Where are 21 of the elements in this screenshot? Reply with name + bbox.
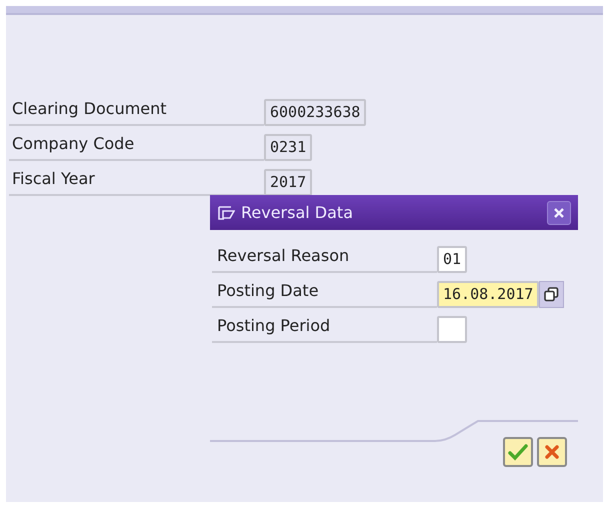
field-label: Posting Date <box>212 279 437 308</box>
field-label: Reversal Reason <box>212 244 437 273</box>
close-icon <box>544 444 560 460</box>
dialog-title: Reversal Data <box>241 202 354 224</box>
confirm-button[interactable] <box>503 437 533 467</box>
input-field[interactable] <box>437 316 467 343</box>
input-field[interactable]: 2017 <box>264 169 312 196</box>
input-field[interactable]: 0231 <box>264 134 312 161</box>
field-label: Company Code <box>9 132 264 161</box>
close-icon <box>553 206 565 218</box>
field-label: Posting Period <box>212 314 437 343</box>
copy-icon <box>544 287 560 302</box>
input-field[interactable]: 6000233638 <box>264 99 366 126</box>
input-field[interactable]: 01 <box>437 246 468 273</box>
check-icon <box>508 443 528 461</box>
window-icon <box>217 204 235 220</box>
input-field[interactable]: 16.08.2017 <box>437 281 540 308</box>
close-button[interactable] <box>547 200 571 224</box>
field-label: Clearing Document <box>9 97 264 126</box>
value-help-button[interactable] <box>539 281 564 308</box>
cancel-button[interactable] <box>537 437 567 467</box>
